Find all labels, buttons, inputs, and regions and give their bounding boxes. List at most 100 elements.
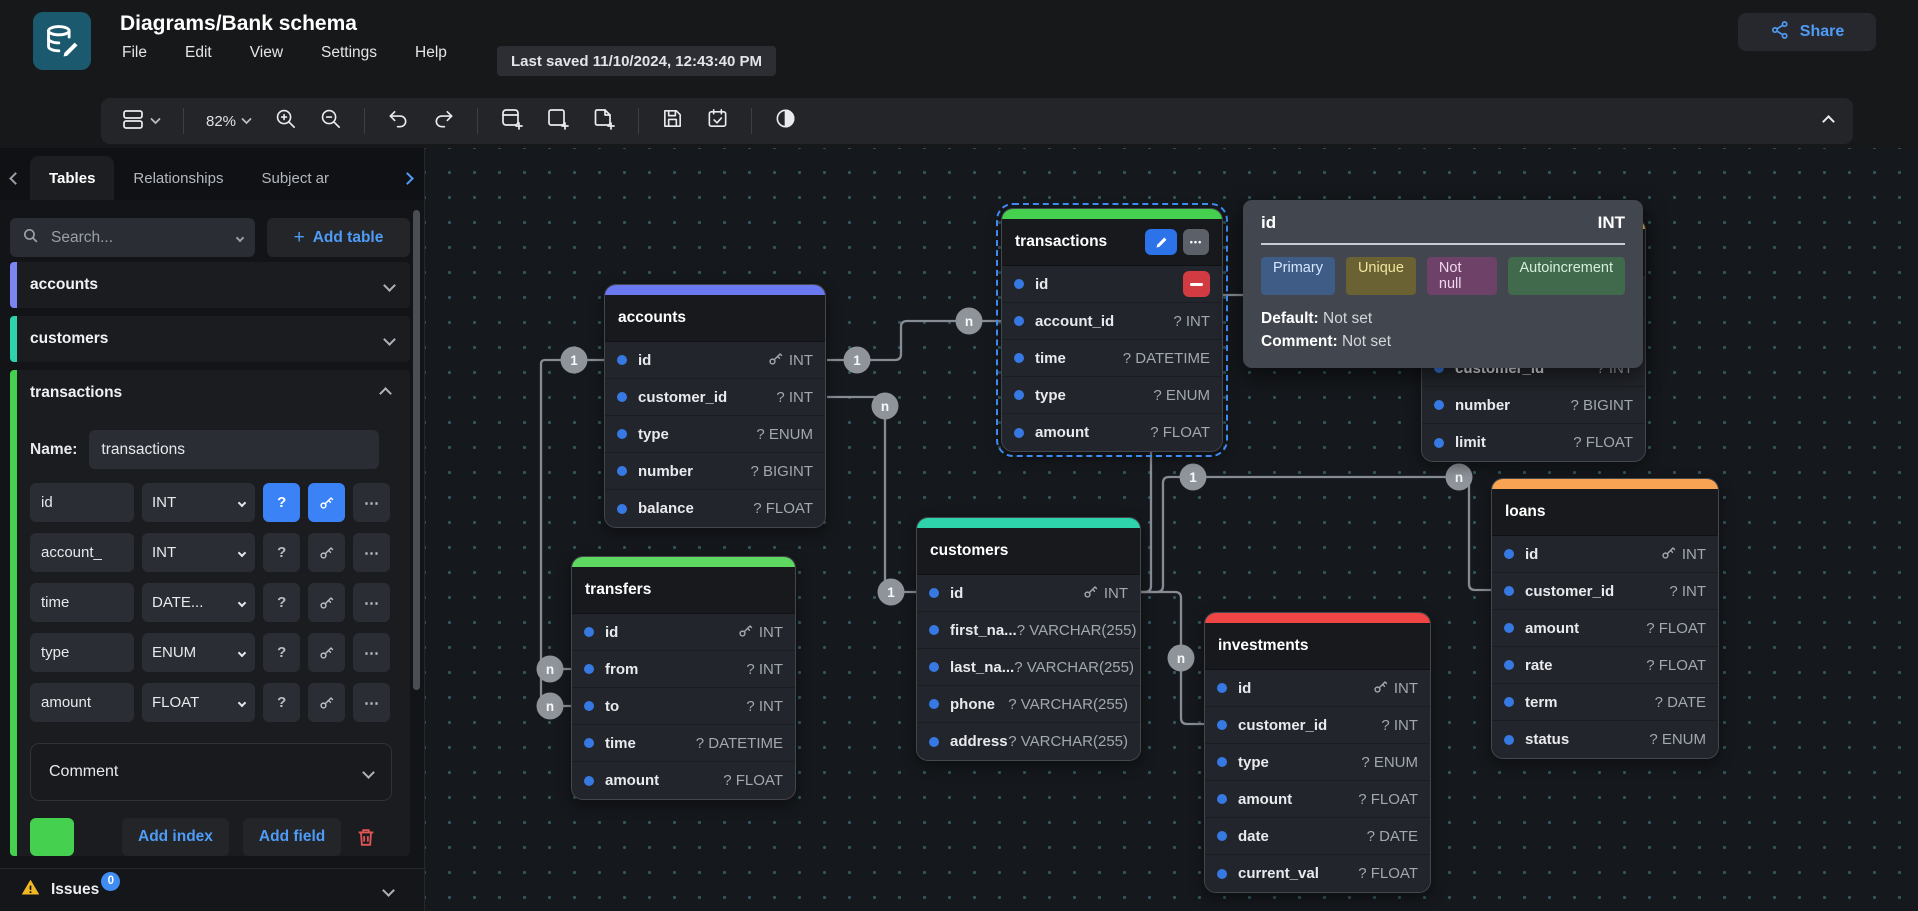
undo-button[interactable] xyxy=(387,107,410,135)
menu-item-edit[interactable]: Edit xyxy=(185,44,212,62)
table-field-row[interactable]: customer_id? INT xyxy=(1205,707,1430,744)
search-dropdown-chevron-icon[interactable] xyxy=(236,233,244,241)
menu-item-view[interactable]: View xyxy=(250,44,283,62)
toolbar-collapse-button[interactable] xyxy=(1824,117,1833,126)
zoom-level-dropdown[interactable]: 82% xyxy=(206,112,252,130)
field-type-select[interactable]: DATE... xyxy=(142,583,255,622)
delete-field-button[interactable] xyxy=(1183,271,1210,297)
table-field-row[interactable]: amount? FLOAT xyxy=(572,762,795,799)
delete-table-button[interactable] xyxy=(355,826,377,848)
table-field-row[interactable]: idINT xyxy=(572,614,795,651)
save-as-button[interactable] xyxy=(706,107,729,135)
theme-contrast-button[interactable] xyxy=(774,107,797,135)
field-name-input[interactable] xyxy=(30,633,134,672)
add-area-button[interactable] xyxy=(546,107,570,136)
table-field-row[interactable]: date? DATE xyxy=(1205,818,1430,855)
sidebar-scrollbar[interactable] xyxy=(413,210,420,690)
sidebar-item-accounts[interactable]: accounts xyxy=(10,262,410,308)
table-name-input[interactable] xyxy=(89,430,379,469)
field-name-input[interactable] xyxy=(30,683,134,722)
field-name-input[interactable] xyxy=(30,533,134,572)
table-field-row[interactable]: customer_id? INT xyxy=(605,379,825,416)
table-field-row[interactable]: amount? FLOAT xyxy=(1205,781,1430,818)
chevron-down-icon[interactable] xyxy=(383,279,396,292)
chevron-up-icon[interactable] xyxy=(379,387,392,400)
nullable-toggle-button[interactable]: ? xyxy=(263,483,300,522)
table-color-swatch[interactable] xyxy=(30,818,74,856)
redo-button[interactable] xyxy=(432,107,455,135)
table-field-row[interactable]: time? DATETIME xyxy=(572,725,795,762)
table-card-accounts[interactable]: accountsidINTcustomer_id? INTtype? ENUMn… xyxy=(604,284,826,528)
table-field-row[interactable]: idINT xyxy=(1492,536,1718,573)
table-search-box[interactable] xyxy=(10,218,255,257)
table-field-row[interactable]: last_na...? VARCHAR(255) xyxy=(917,649,1140,686)
table-field-row[interactable]: idINT xyxy=(917,575,1140,612)
table-field-row[interactable]: idINT xyxy=(1205,670,1430,707)
table-card-transfers[interactable]: transfersidINTfrom? INTto? INTtime? DATE… xyxy=(571,556,796,800)
table-field-row[interactable]: limit? FLOAT xyxy=(1422,424,1645,461)
field-more-options-button[interactable]: ⋯ xyxy=(353,683,390,722)
tabs-scroll-right-icon[interactable] xyxy=(390,156,424,200)
add-field-button[interactable]: Add field xyxy=(243,818,341,856)
table-field-row[interactable]: rate? FLOAT xyxy=(1492,647,1718,684)
table-field-row[interactable]: amount? FLOAT xyxy=(1492,610,1718,647)
primary-key-toggle-button[interactable] xyxy=(308,533,345,572)
primary-key-toggle-button[interactable] xyxy=(308,583,345,622)
nullable-toggle-button[interactable]: ? xyxy=(263,633,300,672)
field-type-select[interactable]: INT xyxy=(142,533,255,572)
table-card-investments[interactable]: investmentsidINTcustomer_id? INTtype? EN… xyxy=(1204,612,1431,893)
table-field-row[interactable]: idINT xyxy=(605,342,825,379)
field-more-options-button[interactable]: ⋯ xyxy=(353,483,390,522)
save-button[interactable] xyxy=(661,107,684,135)
diagram-canvas[interactable]: 1nn1n1n1nnn accountsidINTcustomer_id? IN… xyxy=(424,148,1918,911)
table-field-row[interactable]: from? INT xyxy=(572,651,795,688)
table-field-row[interactable]: time? DATETIME xyxy=(1002,340,1222,377)
sidebar-item-transactions[interactable]: transactions xyxy=(30,370,390,416)
relationship-line[interactable] xyxy=(1141,477,1491,592)
menu-item-settings[interactable]: Settings xyxy=(321,44,377,62)
field-more-options-button[interactable]: ⋯ xyxy=(353,633,390,672)
field-name-input[interactable] xyxy=(30,583,134,622)
field-type-select[interactable]: INT xyxy=(142,483,255,522)
zoom-in-button[interactable] xyxy=(274,107,297,135)
field-type-select[interactable]: FLOAT xyxy=(142,683,255,722)
relationship-line[interactable] xyxy=(827,397,916,592)
table-field-row[interactable]: type? ENUM xyxy=(1002,377,1222,414)
issues-bar[interactable]: Issues 0 xyxy=(0,868,424,911)
table-field-row[interactable]: to? INT xyxy=(572,688,795,725)
tab-tables[interactable]: Tables xyxy=(30,156,114,200)
search-input[interactable] xyxy=(49,228,227,248)
tabs-scroll-left-icon[interactable] xyxy=(0,156,30,200)
table-card-loans[interactable]: loansidINTcustomer_id? INTamount? FLOATr… xyxy=(1491,478,1719,759)
table-more-options-button[interactable]: ••• xyxy=(1183,229,1209,255)
add-table-button[interactable] xyxy=(500,107,524,136)
menu-item-help[interactable]: Help xyxy=(415,44,447,62)
primary-key-toggle-button[interactable] xyxy=(308,633,345,672)
sidebar-item-customers[interactable]: customers xyxy=(10,316,410,362)
table-field-row[interactable]: balance? FLOAT xyxy=(605,490,825,527)
field-more-options-button[interactable]: ⋯ xyxy=(353,533,390,572)
field-type-select[interactable]: ENUM xyxy=(142,633,255,672)
table-field-row[interactable]: address? VARCHAR(255) xyxy=(917,723,1140,760)
table-field-row[interactable]: phone? VARCHAR(255) xyxy=(917,686,1140,723)
table-field-row[interactable]: amount? FLOAT xyxy=(1002,414,1222,451)
table-card-transactions[interactable]: transactions•••idaccount_id? INTtime? DA… xyxy=(1001,208,1223,452)
nullable-toggle-button[interactable]: ? xyxy=(263,533,300,572)
table-field-row[interactable]: term? DATE xyxy=(1492,684,1718,721)
tab-subject-ar[interactable]: Subject ar xyxy=(242,156,338,200)
table-field-row[interactable]: number? BIGINT xyxy=(605,453,825,490)
table-field-row[interactable]: status? ENUM xyxy=(1492,721,1718,758)
add-note-button[interactable] xyxy=(592,107,616,136)
table-field-row[interactable]: current_val? FLOAT xyxy=(1205,855,1430,892)
add-table-button[interactable]: + Add table xyxy=(267,218,410,257)
table-field-row[interactable]: account_id? INT xyxy=(1002,303,1222,340)
share-button[interactable]: Share xyxy=(1738,13,1876,51)
chevron-down-icon[interactable] xyxy=(382,884,395,897)
table-field-row[interactable]: id xyxy=(1002,266,1222,303)
chevron-down-icon[interactable] xyxy=(383,333,396,346)
field-more-options-button[interactable]: ⋯ xyxy=(353,583,390,622)
add-index-button[interactable]: Add index xyxy=(122,818,229,856)
table-field-row[interactable]: number? BIGINT xyxy=(1422,387,1645,424)
table-card-customers[interactable]: customersidINTfirst_na...? VARCHAR(255)l… xyxy=(916,517,1141,761)
edit-table-button[interactable] xyxy=(1145,229,1177,255)
